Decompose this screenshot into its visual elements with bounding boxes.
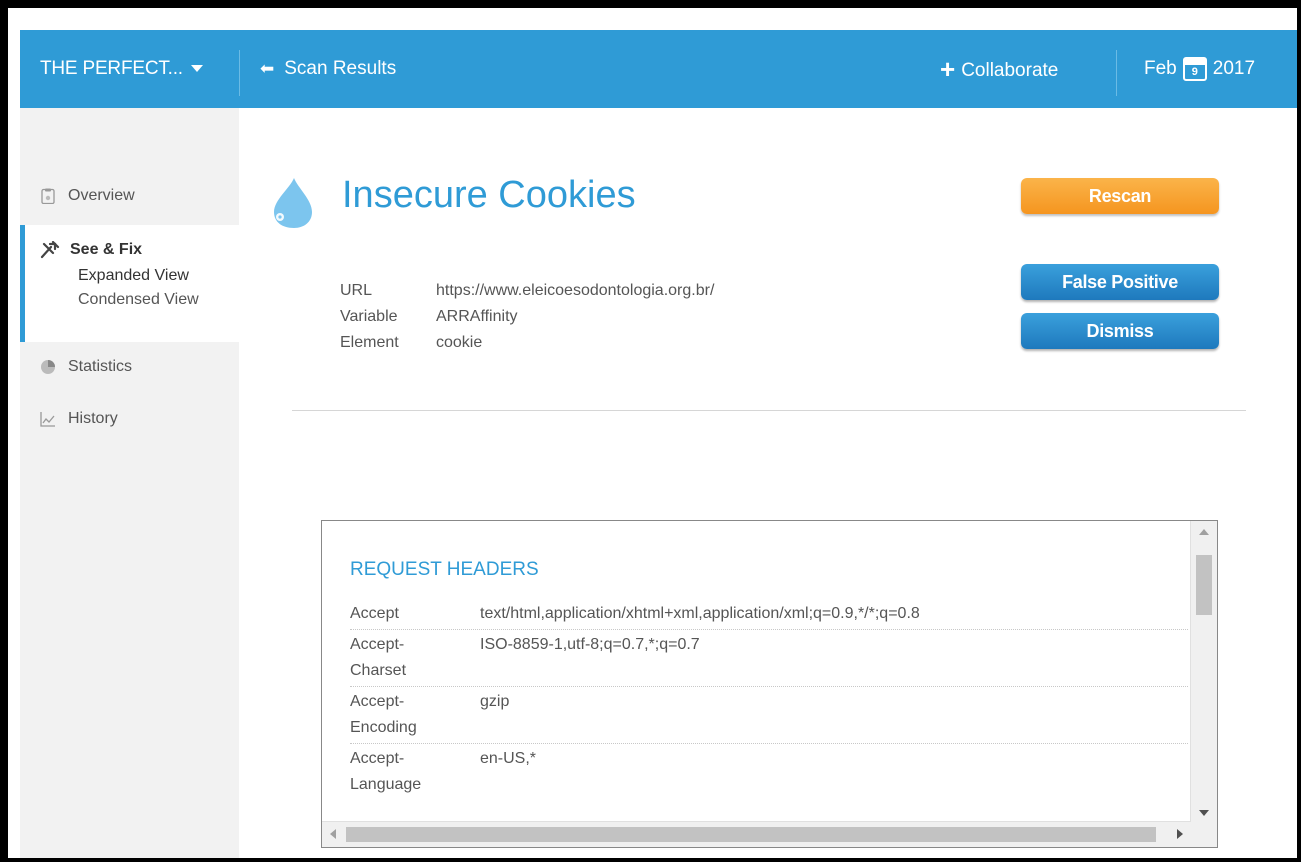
pie-chart-icon [41, 359, 55, 374]
sidebar-item-label: See & Fix [70, 241, 143, 258]
detail-row: URL https://www.eleicoesodontologia.org.b… [340, 278, 714, 304]
detail-key: Element [340, 334, 399, 351]
window-frame: THE PERFECT... ⬅ Scan Results + Collaborat… [8, 8, 1297, 858]
sidebar-item-history[interactable]: History [40, 407, 118, 431]
line-chart-icon [40, 411, 55, 427]
header-key-part: Accept- [350, 636, 405, 653]
header-key: Accept [350, 605, 399, 622]
app: THE PERFECT... ⬅ Scan Results + Collaborat… [20, 30, 1297, 858]
plus-icon: + [940, 54, 956, 84]
date-year: 2017 [1212, 58, 1256, 79]
header-value: ISO-8859-1,utf-8;q=0.7,*;q=0.7 [480, 636, 700, 653]
date-picker[interactable]: Feb 9 2017 [1144, 30, 1255, 108]
issue-details: URL https://www.eleicoesodontologia.org.b… [340, 278, 714, 356]
date-day: 9 [1191, 65, 1198, 78]
header-key-part: Charset [350, 662, 407, 679]
scroll-down-icon[interactable] [1199, 810, 1209, 816]
vertical-scrollbar[interactable] [1190, 521, 1217, 824]
scroll-left-icon[interactable] [330, 829, 336, 839]
sidebar-item-label: Overview [68, 187, 135, 204]
project-selector[interactable]: THE PERFECT... [40, 30, 203, 108]
back-to-scan-results-link[interactable]: ⬅ Scan Results [260, 30, 396, 108]
caret-down-icon [190, 65, 203, 73]
arrow-left-icon: ⬅ [260, 59, 275, 78]
horizontal-scrollbar[interactable] [322, 821, 1191, 847]
header-row: Accept text/html,application/xhtml+xml,ap… [350, 599, 1188, 630]
calendar-icon: 9 [1182, 56, 1207, 81]
divider [239, 50, 240, 96]
headers-table: Accept text/html,application/xhtml+xml,ap… [350, 599, 1188, 800]
rescan-button[interactable]: Rescan [1021, 178, 1219, 214]
dismiss-button[interactable]: Dismiss [1021, 313, 1219, 349]
variable-value: ARRAffinity [436, 308, 518, 325]
detail-row: Variable ARRAffinity [340, 304, 714, 330]
vertical-scroll-thumb[interactable] [1196, 555, 1212, 615]
header-key-part: Encoding [350, 719, 417, 736]
section-divider [292, 410, 1246, 411]
header-key: Accept- Language [350, 746, 480, 798]
top-bar: THE PERFECT... ⬅ Scan Results + Collaborat… [20, 30, 1297, 108]
sidebar: Overview See & Fix Expanded View Condens… [20, 108, 239, 858]
drop-icon [274, 178, 312, 228]
detail-key: URL [340, 282, 373, 299]
scroll-right-icon[interactable] [1177, 829, 1183, 839]
clipboard-icon [41, 188, 55, 204]
header-row: Accept- Encoding gzip [350, 687, 1188, 744]
project-name: THE PERFECT... [40, 58, 183, 79]
sidebar-item-overview[interactable]: Overview [40, 184, 135, 208]
date-month: Feb [1144, 58, 1177, 79]
element-value: cookie [436, 334, 483, 351]
horizontal-scroll-thumb[interactable] [346, 827, 1156, 842]
sidebar-subitem-expanded-view[interactable]: Expanded View [78, 264, 189, 288]
header-value: gzip [480, 693, 510, 710]
false-positive-button[interactable]: False Positive [1021, 264, 1219, 300]
collaborate-button[interactable]: + Collaborate [940, 30, 1058, 108]
back-label: Scan Results [284, 58, 397, 79]
request-headers-panel[interactable]: REQUEST HEADERS Accept text/html,applicat… [321, 520, 1218, 848]
header-row: Accept- Charset ISO-8859-1,utf-8;q=0.7,*;q… [350, 630, 1188, 687]
tools-icon [40, 240, 60, 258]
url-value: https://www.eleicoesodontologia.org.br/ [436, 282, 715, 299]
scroll-corner [1191, 822, 1217, 847]
header-key: Accept- Charset [350, 632, 480, 684]
divider [1116, 50, 1117, 96]
sidebar-item-see-fix[interactable]: See & Fix [40, 238, 142, 262]
sidebar-item-label: Statistics [68, 358, 133, 375]
page-title: Insecure Cookies [342, 174, 636, 216]
detail-row: Element cookie [340, 330, 714, 356]
sidebar-item-statistics[interactable]: Statistics [40, 355, 132, 379]
header-key-part: Accept- [350, 750, 405, 767]
header-value: text/html,application/xhtml+xml,applicat… [480, 605, 920, 622]
scroll-up-icon[interactable] [1199, 529, 1209, 535]
header-row: Accept- Language en-US,* [350, 744, 1188, 800]
header-key-part: Language [350, 776, 422, 793]
collaborate-label: Collaborate [961, 60, 1059, 81]
sidebar-item-label: History [68, 410, 118, 427]
sidebar-subitem-condensed-view[interactable]: Condensed View [78, 288, 199, 312]
header-key: Accept- Encoding [350, 689, 480, 741]
detail-key: Variable [340, 308, 398, 325]
request-headers-title: REQUEST HEADERS [350, 559, 539, 580]
header-key-part: Accept- [350, 693, 405, 710]
header-value: en-US,* [480, 750, 537, 767]
